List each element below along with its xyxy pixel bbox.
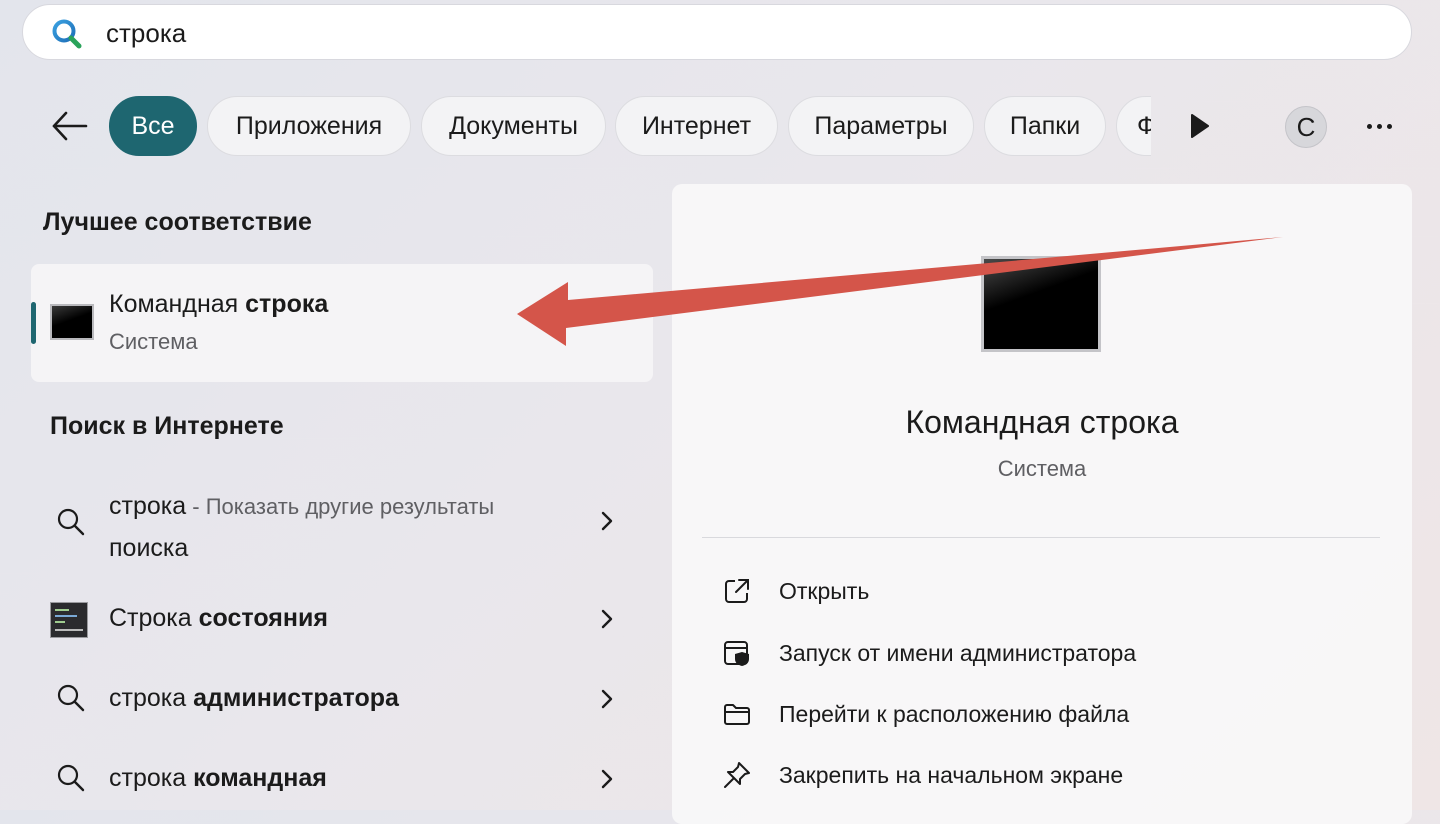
- action-run-as-admin[interactable]: Запуск от имени администратора: [722, 634, 1382, 674]
- best-match-title: Командная строка: [109, 290, 329, 318]
- filter-folders[interactable]: Папки: [984, 96, 1106, 156]
- run-as-admin-icon: [722, 638, 752, 673]
- more-options-button[interactable]: [1362, 112, 1398, 140]
- best-match-subtitle: Система: [109, 329, 198, 354]
- action-pin-to-start[interactable]: Закрепить на начальном экране: [722, 756, 1382, 796]
- web-result-row[interactable]: строка - Показать другие результаты поис…: [40, 488, 630, 568]
- detail-title: Командная строка: [905, 404, 1179, 440]
- filter-chips: Все Приложения Документы Интернет Параме…: [109, 96, 1151, 158]
- filter-documents[interactable]: Документы: [421, 96, 606, 156]
- web-result-row[interactable]: строка администратора: [40, 678, 630, 722]
- search-icon: [55, 682, 87, 719]
- dot-icon: [1377, 124, 1382, 129]
- filter-apps[interactable]: Приложения: [207, 96, 411, 156]
- command-prompt-large-icon: [981, 256, 1101, 352]
- web-result-row[interactable]: Строка состояния: [40, 598, 630, 642]
- detail-subtitle: Система: [997, 456, 1087, 481]
- dot-icon: [1387, 124, 1392, 129]
- detail-panel: Командная строка Система Открыть Запуск …: [672, 184, 1412, 824]
- search-icon: [55, 506, 87, 543]
- chevron-right-icon: [600, 688, 614, 715]
- folder-icon: [722, 699, 752, 734]
- action-open[interactable]: Открыть: [722, 572, 1382, 612]
- selection-indicator: [31, 302, 36, 344]
- search-icon: [55, 762, 87, 799]
- filter-photos[interactable]: Ф: [1116, 96, 1151, 156]
- search-input[interactable]: строка: [106, 18, 186, 49]
- open-external-icon: [722, 576, 752, 611]
- command-prompt-icon: [50, 304, 94, 340]
- web-result-row[interactable]: строка командная: [40, 758, 630, 802]
- back-arrow-icon: [52, 111, 88, 141]
- best-match-heading: Лучшее соответствие: [43, 208, 312, 236]
- chevron-right-icon: [600, 510, 614, 537]
- search-bar[interactable]: строка: [22, 4, 1412, 60]
- back-button[interactable]: [48, 104, 92, 148]
- filter-settings[interactable]: Параметры: [788, 96, 974, 156]
- search-icon: [51, 18, 83, 55]
- account-avatar[interactable]: С: [1285, 106, 1327, 148]
- action-open-file-location[interactable]: Перейти к расположению файла: [722, 695, 1382, 735]
- scroll-filters-button[interactable]: [1186, 112, 1212, 140]
- filter-all[interactable]: Все: [109, 96, 197, 156]
- web-search-heading: Поиск в Интернете: [50, 412, 284, 440]
- chevron-right-icon: [600, 608, 614, 635]
- dot-icon: [1367, 124, 1372, 129]
- best-match-card[interactable]: Командная строка Система: [31, 264, 653, 382]
- filter-internet[interactable]: Интернет: [615, 96, 778, 156]
- status-bar-app-icon: [50, 602, 88, 638]
- chevron-right-icon: [600, 768, 614, 795]
- pin-icon: [722, 760, 752, 795]
- play-icon: [1191, 114, 1209, 138]
- divider: [702, 537, 1380, 538]
